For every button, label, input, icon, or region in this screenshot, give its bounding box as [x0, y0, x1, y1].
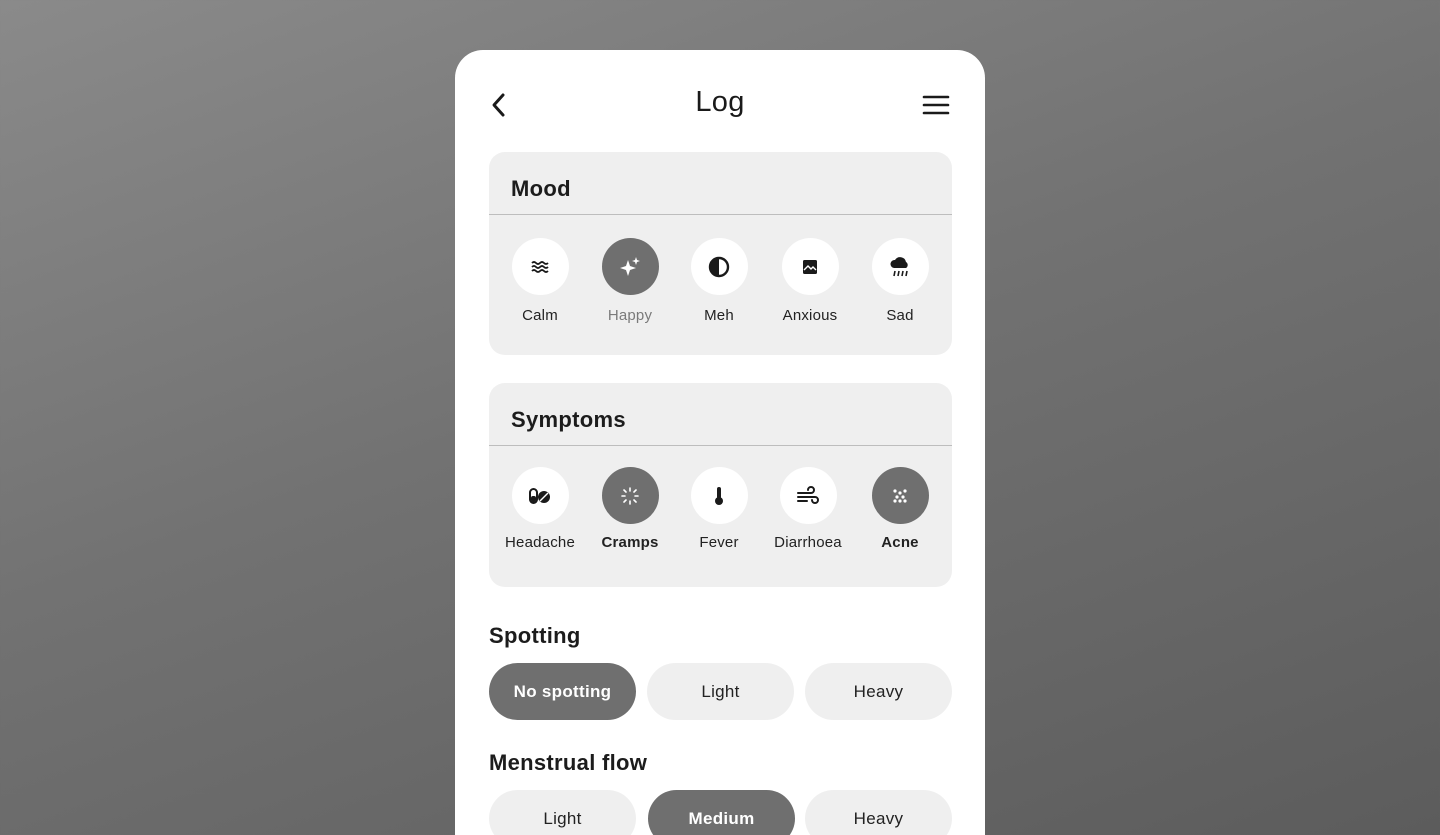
spotting-option-heavy[interactable]: Heavy — [805, 663, 952, 720]
mood-option-anxious[interactable]: Anxious — [765, 238, 855, 324]
symptom-option-circle — [601, 467, 659, 524]
symptom-option-label: Diarrhoea — [774, 534, 842, 551]
menu-button[interactable] — [921, 92, 951, 118]
divider — [489, 214, 952, 215]
mood-option-circle — [690, 238, 748, 295]
image-frame-icon — [803, 259, 817, 274]
divider — [489, 445, 952, 446]
spotting-option-light[interactable]: Light — [647, 663, 794, 720]
spotting-title: Spotting — [489, 623, 581, 648]
burst-icon — [621, 486, 639, 505]
mood-option-label: Sad — [886, 307, 914, 324]
symptom-option-cramps[interactable]: Cramps — [585, 467, 675, 551]
symptom-option-diarrhoea[interactable]: Diarrhoea — [763, 467, 853, 551]
page-title: Log — [695, 86, 745, 118]
symptoms-title: Symptoms — [511, 407, 626, 432]
half-circle-icon — [708, 256, 730, 277]
symptom-option-fever[interactable]: Fever — [674, 467, 764, 551]
dots-grid-icon — [893, 488, 907, 503]
spotting-option-no-spotting[interactable]: No spotting — [489, 663, 636, 720]
symptoms-card: Symptoms Headache Cramps Fever Diarrhoea… — [489, 383, 952, 587]
mood-option-calm[interactable]: Calm — [495, 238, 585, 324]
mood-option-label: Meh — [704, 307, 734, 324]
mood-option-label: Anxious — [782, 307, 838, 324]
pills-icon — [529, 487, 550, 504]
spotting-options: No spotting Light Heavy — [489, 663, 952, 720]
symptom-option-label: Acne — [881, 534, 919, 551]
symptom-option-label: Cramps — [601, 534, 659, 551]
thermometer-icon — [715, 486, 723, 505]
flow-option-light[interactable]: Light — [489, 790, 636, 835]
symptom-option-circle — [511, 467, 569, 524]
mood-option-label: Happy — [607, 307, 653, 324]
flow-title: Menstrual flow — [489, 750, 648, 775]
mood-option-circle — [781, 238, 839, 295]
flow-option-medium[interactable]: Medium — [648, 790, 795, 835]
mood-option-happy[interactable]: Happy — [585, 238, 675, 324]
symptom-option-circle — [779, 467, 837, 524]
waves-icon — [531, 260, 549, 273]
mood-card: Mood Calm Happy Meh Anxious Sad — [489, 152, 952, 355]
flow-options: Light Medium Heavy — [489, 790, 952, 835]
symptom-option-label: Fever — [699, 534, 739, 551]
symptom-options: Headache Cramps Fever Diarrhoea Acne — [489, 467, 952, 567]
mood-option-circle — [871, 238, 929, 295]
wind-icon — [797, 485, 819, 504]
mood-option-sad[interactable]: Sad — [855, 238, 945, 324]
symptom-option-headache[interactable]: Headache — [495, 467, 585, 551]
header: Log — [455, 50, 985, 160]
symptom-option-circle — [871, 467, 929, 524]
log-screen: Log Mood Calm Happy Meh Anxious Sad Symp… — [455, 50, 985, 835]
symptom-option-acne[interactable]: Acne — [855, 467, 945, 551]
flow-option-heavy[interactable]: Heavy — [805, 790, 952, 835]
mood-option-meh[interactable]: Meh — [674, 238, 764, 324]
sparkles-icon — [620, 256, 640, 276]
symptom-option-circle — [690, 467, 748, 524]
mood-option-label: Calm — [522, 307, 558, 324]
mood-option-circle — [601, 238, 659, 295]
mood-options: Calm Happy Meh Anxious Sad — [489, 238, 952, 338]
hamburger-menu-icon — [922, 95, 950, 115]
symptom-option-label: Headache — [505, 534, 575, 551]
mood-title: Mood — [511, 176, 571, 201]
mood-option-circle — [511, 238, 569, 295]
rain-cloud-icon — [890, 256, 908, 276]
